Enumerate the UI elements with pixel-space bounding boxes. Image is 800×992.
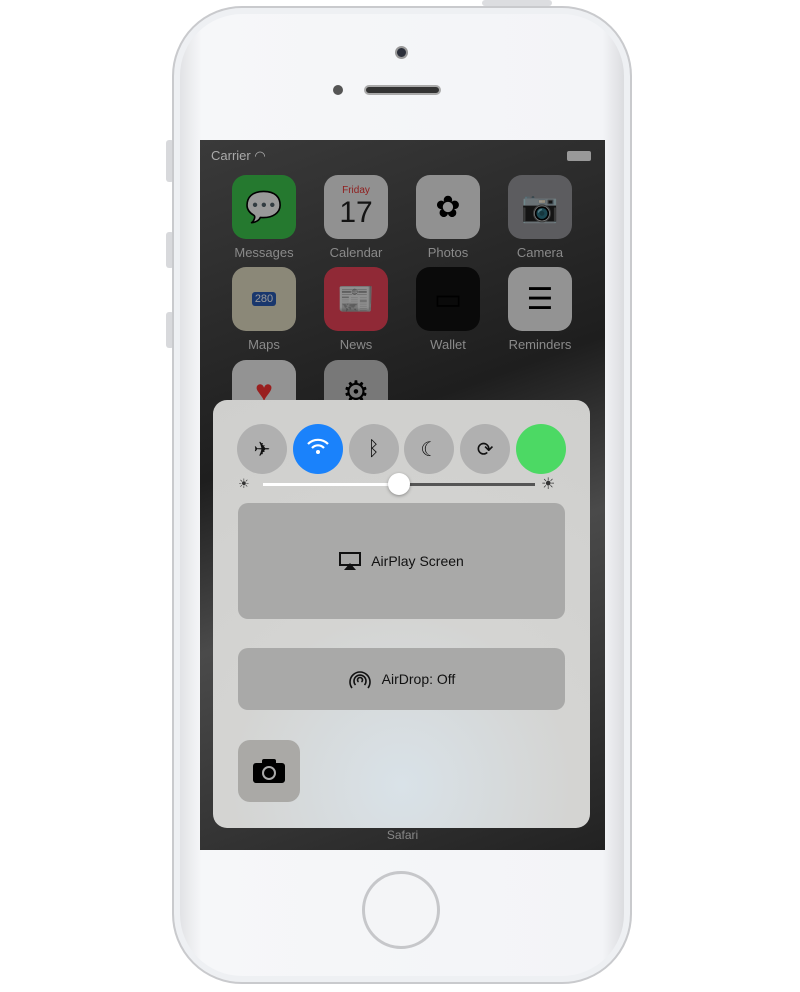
rotation-lock-icon: ⟳	[476, 438, 494, 461]
proximity-sensor	[333, 85, 343, 95]
app-icon-camera[interactable]: 📷 Camera	[508, 175, 572, 260]
messages-icon: 💬	[232, 175, 296, 239]
airdrop-button[interactable]: AirDrop: Off	[238, 648, 565, 710]
control-center: ✈ ᛒ ☾ ⟳ ☀ ☀ AirPlay Screen AirDrop: Off	[213, 400, 590, 828]
maps-badge: 280	[251, 292, 277, 306]
rotation-lock-toggle[interactable]: ⟳	[460, 424, 511, 474]
app-icon-messages[interactable]: 💬 Messages	[232, 175, 296, 260]
do-not-disturb-toggle[interactable]: ☾	[404, 424, 455, 474]
green-toggle-toggle[interactable]	[516, 424, 566, 474]
wifi-icon	[306, 437, 330, 461]
app-icon-calendar[interactable]: Friday 17 Calendar	[324, 175, 388, 260]
calendar-day: Friday	[342, 184, 370, 196]
wifi-signal-icon: ◠	[254, 148, 266, 163]
brightness-knob[interactable]	[388, 473, 410, 495]
camera-icon	[253, 759, 285, 783]
app-label: Photos	[427, 245, 469, 260]
battery-icon	[567, 151, 591, 161]
camera-button[interactable]	[238, 740, 300, 802]
bluetooth-toggle[interactable]: ᛒ	[348, 424, 399, 474]
camera-icon: 📷	[508, 175, 572, 239]
app-label: Wallet	[430, 337, 466, 352]
app-icon-wallet[interactable]: ▭ Wallet	[416, 267, 480, 352]
front-camera	[395, 46, 408, 59]
do-not-disturb-icon: ☾	[420, 438, 439, 461]
app-icon-news[interactable]: 📰 News	[324, 267, 388, 352]
app-label: Calendar	[329, 245, 383, 260]
app-icon-photos[interactable]: ✿ Photos	[416, 175, 480, 260]
airdrop-icon	[348, 671, 371, 689]
home-button[interactable]	[362, 871, 440, 949]
airplane-icon: ✈	[253, 438, 271, 461]
airplay-button[interactable]: AirPlay Screen	[238, 503, 565, 619]
maps-icon: 280	[232, 267, 296, 331]
wallet-icon: ▭	[416, 267, 480, 331]
brightness-high-icon: ☀	[541, 476, 556, 493]
calendar-date: 17	[339, 195, 373, 229]
reminders-icon: ☰	[508, 267, 572, 331]
app-icon-reminders[interactable]: ☰ Reminders	[508, 267, 572, 352]
bluetooth-icon: ᛒ	[367, 437, 380, 460]
photos-icon: ✿	[416, 175, 480, 239]
airplane-toggle[interactable]: ✈	[237, 424, 287, 474]
brightness-fill	[263, 483, 399, 486]
app-label: Camera	[516, 245, 564, 260]
airplay-icon	[339, 552, 362, 570]
app-label: News	[339, 337, 373, 352]
airplay-label: AirPlay Screen	[371, 553, 464, 569]
airdrop-label: AirDrop: Off	[381, 671, 456, 687]
app-icon-maps[interactable]: 280 Maps	[232, 267, 296, 352]
brightness-low-icon: ☀	[238, 476, 250, 491]
dock-app-label[interactable]: Safari	[200, 828, 605, 842]
calendar-icon: Friday 17	[324, 175, 388, 239]
wifi-toggle[interactable]	[292, 424, 343, 474]
earpiece-speaker	[364, 85, 441, 95]
brightness-slider[interactable]	[263, 473, 535, 495]
app-label: Maps	[248, 337, 280, 352]
news-icon: 📰	[324, 267, 388, 331]
status-bar: Carrier ◠	[211, 148, 266, 164]
app-label: Reminders	[508, 337, 572, 352]
carrier-label: Carrier	[211, 148, 251, 163]
app-label: Messages	[234, 245, 294, 260]
